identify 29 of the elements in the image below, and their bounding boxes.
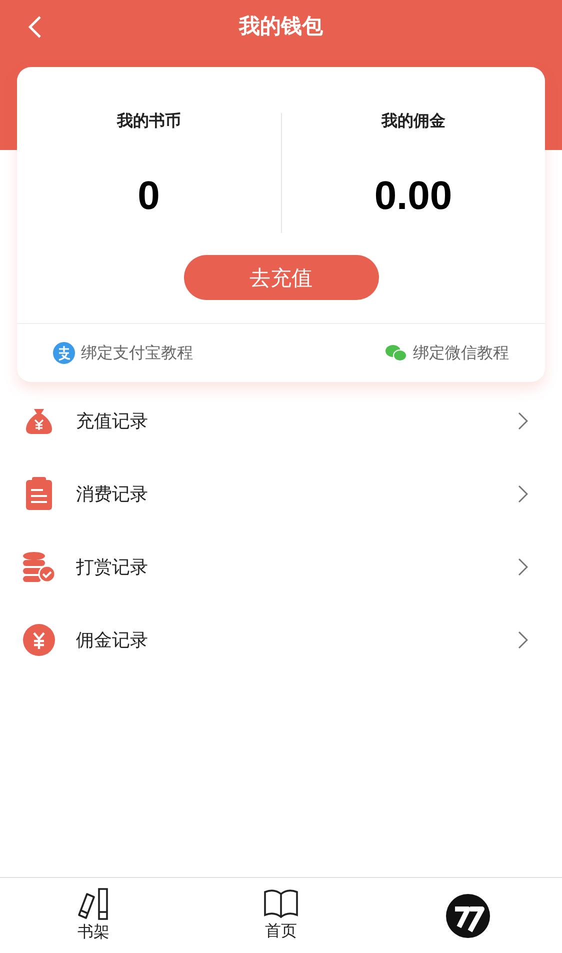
record-label: 消费记录 — [76, 482, 149, 506]
record-row[interactable]: 充值记录 — [0, 384, 562, 457]
balance-value: 0 — [138, 174, 160, 219]
coin-stack-check-icon — [22, 550, 56, 582]
back-icon[interactable] — [28, 15, 42, 39]
record-label: 佣金记录 — [76, 628, 149, 652]
chevron-right-icon — [518, 484, 528, 502]
balance-value: 0.00 — [374, 174, 452, 219]
tab-item[interactable]: 首页 — [187, 878, 375, 953]
alipay-icon — [53, 342, 75, 364]
open-book-icon — [264, 889, 298, 919]
record-row[interactable]: 打赏记录 — [0, 530, 562, 603]
tutorial-link[interactable]: 绑定支付宝教程 — [81, 342, 193, 364]
chat-bubbles-icon — [385, 344, 407, 362]
chevron-right-icon — [518, 630, 528, 648]
record-label: 打赏记录 — [76, 556, 149, 578]
books-icon — [76, 888, 111, 920]
chevron-right-icon — [518, 412, 528, 430]
tab-item[interactable]: 书架 — [0, 878, 188, 953]
tutorial-link[interactable]: 绑定微信教程 — [413, 342, 509, 364]
record-row[interactable]: 消费记录 — [0, 457, 562, 530]
balance-label: 我的书币 — [116, 111, 181, 132]
record-row[interactable]: 佣金记录 — [0, 603, 562, 676]
page-title: 我的钱包 — [239, 13, 323, 40]
yen-coin-icon — [22, 624, 56, 656]
chevron-right-icon — [518, 558, 528, 576]
logo-icon[interactable] — [446, 894, 490, 938]
balance-label: 我的佣金 — [381, 111, 446, 132]
record-label: 充值记录 — [76, 410, 149, 432]
